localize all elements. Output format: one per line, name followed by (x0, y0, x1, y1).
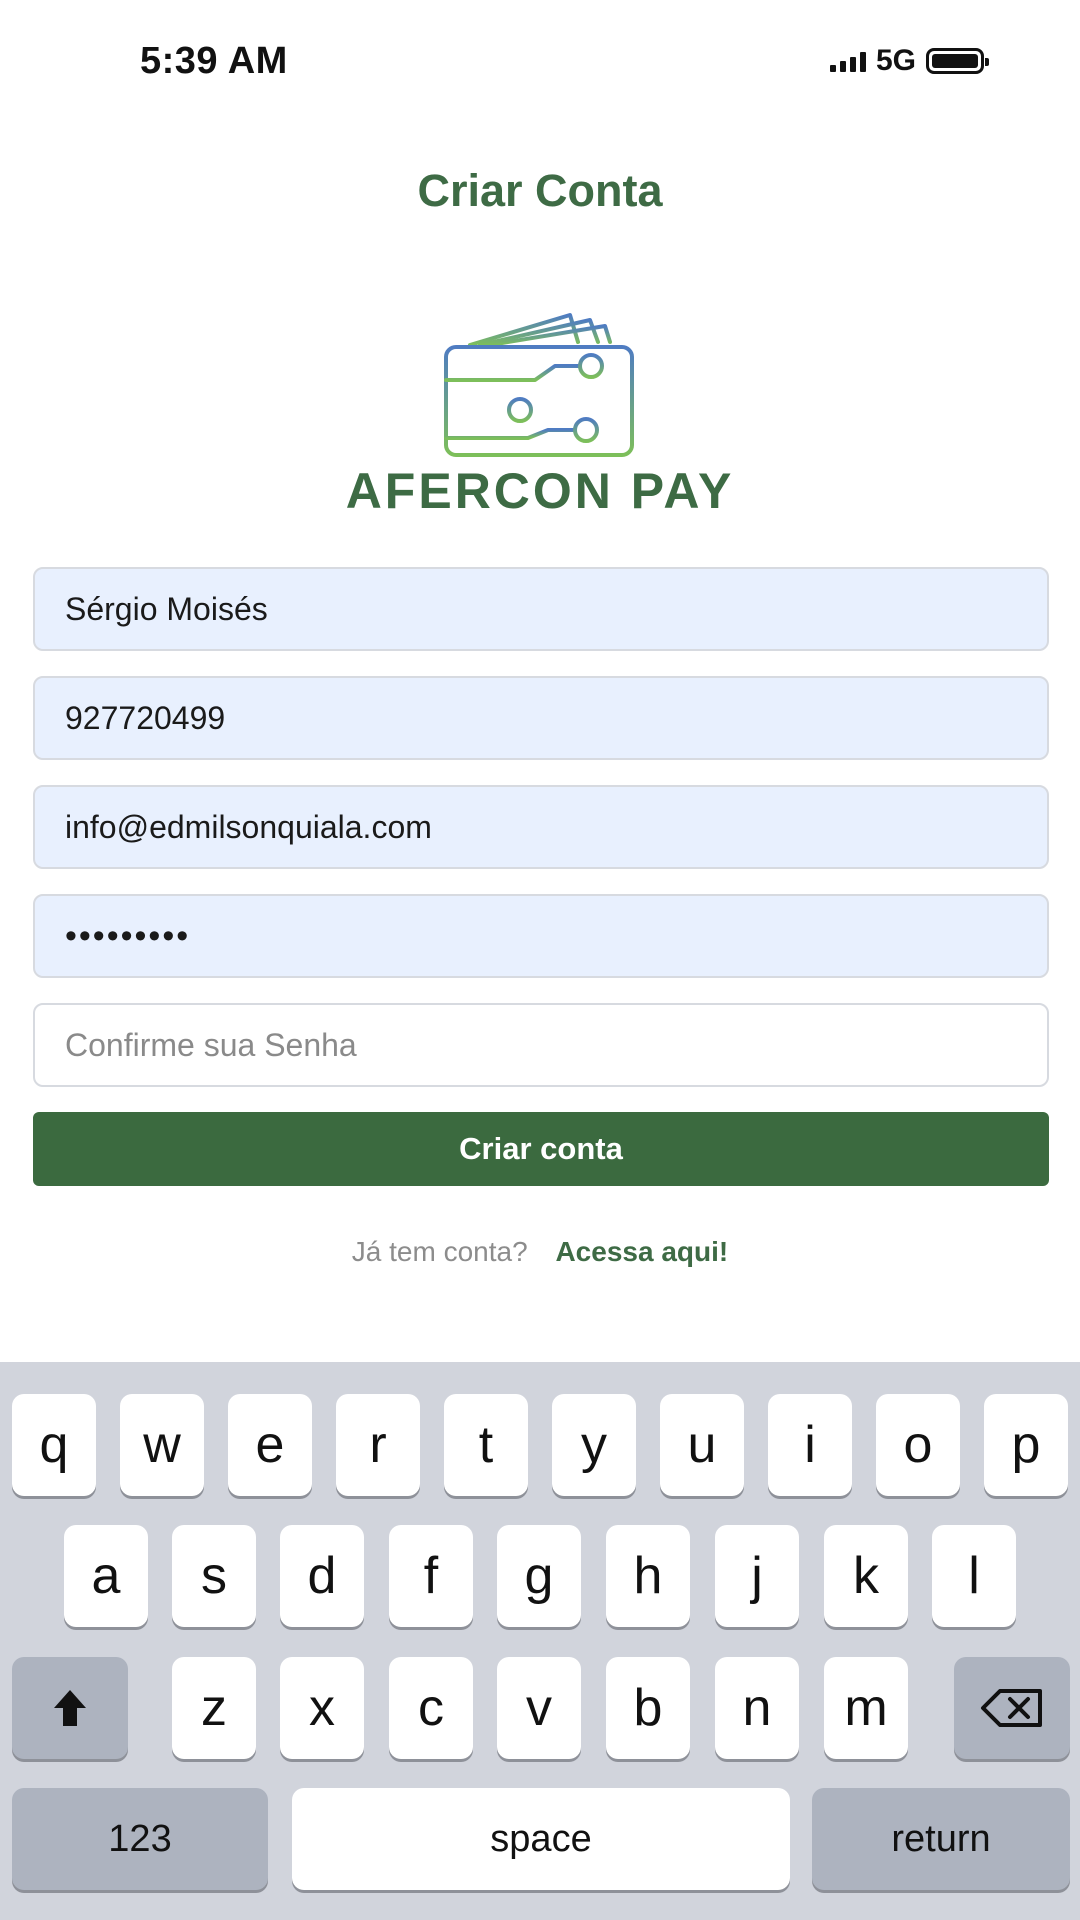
key-e[interactable]: e (228, 1394, 312, 1496)
key-h[interactable]: h (606, 1525, 690, 1627)
wallet-circuit-icon (444, 313, 634, 457)
key-a[interactable]: a (64, 1525, 148, 1627)
key-u[interactable]: u (660, 1394, 744, 1496)
key-x[interactable]: x (280, 1657, 364, 1759)
status-bar: 5:39 AM 5G (0, 0, 1080, 130)
key-z[interactable]: z (172, 1657, 256, 1759)
backspace-key[interactable] (954, 1657, 1070, 1759)
name-field[interactable] (33, 567, 1049, 651)
login-question: Já tem conta? (351, 1236, 528, 1267)
shift-key[interactable] (12, 1657, 128, 1759)
key-d[interactable]: d (280, 1525, 364, 1627)
key-p[interactable]: p (984, 1394, 1068, 1496)
key-g[interactable]: g (497, 1525, 581, 1627)
battery-icon (926, 48, 989, 74)
key-s[interactable]: s (172, 1525, 256, 1627)
page-title: Criar Conta (417, 165, 663, 216)
key-m[interactable]: m (824, 1657, 908, 1759)
backspace-icon (981, 1689, 1042, 1727)
key-f[interactable]: f (389, 1525, 473, 1627)
key-c[interactable]: c (389, 1657, 473, 1759)
keyboard: q w e r t y u i o p a s d f g h j k l z … (0, 1362, 1080, 1920)
key-r[interactable]: r (336, 1394, 420, 1496)
key-q[interactable]: q (12, 1394, 96, 1496)
create-account-button[interactable]: Criar conta (33, 1112, 1049, 1186)
status-indicators: 5G (829, 44, 989, 78)
signal-icon (829, 50, 866, 72)
login-prompt: Já tem conta? Acessa aqui! (0, 1236, 1080, 1268)
key-t[interactable]: t (444, 1394, 528, 1496)
key-l[interactable]: l (932, 1525, 1016, 1627)
key-o[interactable]: o (876, 1394, 960, 1496)
key-y[interactable]: y (552, 1394, 636, 1496)
space-key[interactable]: space (292, 1788, 790, 1890)
key-k[interactable]: k (824, 1525, 908, 1627)
key-n[interactable]: n (715, 1657, 799, 1759)
numbers-key[interactable]: 123 (12, 1788, 268, 1890)
phone-field[interactable] (33, 676, 1049, 760)
email-field[interactable] (33, 785, 1049, 869)
status-time: 5:39 AM (140, 40, 288, 82)
shift-arrow-icon (54, 1690, 86, 1726)
brand-name: AFERCON PAY (345, 463, 735, 519)
key-w[interactable]: w (120, 1394, 204, 1496)
return-key[interactable]: return (812, 1788, 1070, 1890)
password-field[interactable] (33, 894, 1049, 978)
key-b[interactable]: b (606, 1657, 690, 1759)
key-v[interactable]: v (497, 1657, 581, 1759)
confirm-password-field[interactable] (33, 1003, 1049, 1087)
key-i[interactable]: i (768, 1394, 852, 1496)
network-label: 5G (875, 44, 916, 77)
key-j[interactable]: j (715, 1525, 799, 1627)
login-link[interactable]: Acessa aqui! (555, 1236, 728, 1267)
